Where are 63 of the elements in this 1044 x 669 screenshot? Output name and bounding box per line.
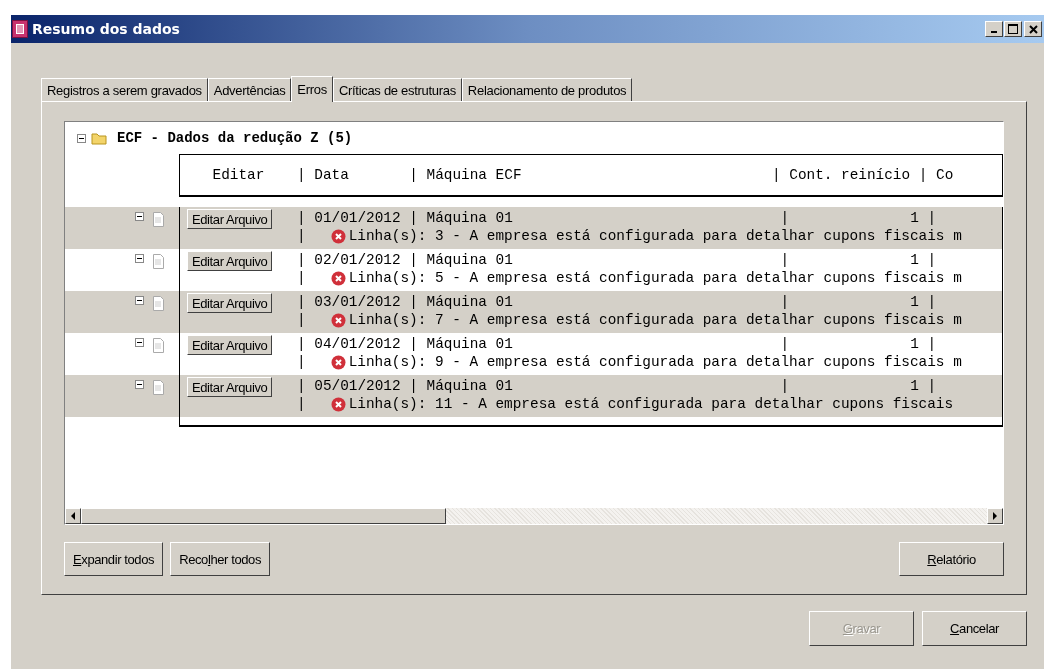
separator-text: | [297,228,306,244]
collapse-toggle[interactable] [135,338,144,347]
document-icon [152,254,165,270]
document-icon [152,212,165,228]
tab[interactable]: Registros a serem gravados [41,78,208,101]
left-arrow-icon [70,512,76,520]
separator-text: | [297,270,306,286]
close-icon [1028,24,1038,34]
tab[interactable]: Relacionamento de produtos [461,78,633,101]
folder-icon [91,131,107,145]
action-button[interactable]: Expandir todos [64,542,164,576]
document-icon [152,296,165,312]
minimize-button[interactable] [985,21,1003,37]
record-line: | 01/01/2012 | Máquina 01 | 1 | [297,210,938,226]
record-line: | 02/01/2012 | Máquina 01 | 1 | [297,252,938,268]
tab[interactable]: Erros [291,76,333,102]
collapse-toggle[interactable] [77,133,86,143]
error-message: Linha(s): 5 - A empresa está configurada para detalhar cupons fiscais m [348,270,962,286]
record-line: | 04/01/2012 | Máquina 01 | 1 | [297,336,938,352]
tab[interactable]: Críticas de estruturas [332,78,462,101]
column-headers: | Data | Máquina ECF | Cont. reinício | Co [297,167,954,183]
maximize-button[interactable] [1004,21,1022,37]
separator-text: | [297,312,306,328]
tree-row[interactable]: Editar Arquivo | 03/01/2012 | Máquina 01 | 1 | | Linha(s): 7 - A empresa está configurada para detalhar cupons fiscais m [65,291,1003,333]
error-icon [330,228,346,244]
error-icon [330,270,346,286]
edit-file-button[interactable]: Editar Arquivo [187,293,273,313]
edit-file-button[interactable]: Editar Arquivo [187,251,273,271]
document-icon [152,380,165,396]
right-arrow-icon [992,512,998,520]
tree-node-label[interactable]: ECF - Dados da redução Z (5) [117,130,353,146]
collapse-toggle[interactable] [135,380,144,389]
tree-row[interactable]: Editar Arquivo | 01/01/2012 | Máquina 01 | 1 | | Linha(s): 3 - A empresa está configurada para detalhar cupons fiscais m [65,207,1003,249]
edit-file-button[interactable]: Editar Arquivo [187,209,273,229]
separator-text: | [297,396,306,412]
horizontal-scrollbar[interactable] [65,508,1003,524]
collapse-toggle[interactable] [135,296,144,305]
scrollbar-thumb[interactable] [81,508,446,524]
close-button[interactable] [1024,21,1042,37]
report-button[interactable]: Relatório [899,542,1004,576]
error-message: Linha(s): 11 - A empresa está configurada para detalhar cupons fiscais [348,396,954,412]
error-message: Linha(s): 3 - A empresa está configurada para detalhar cupons fiscais m [348,228,962,244]
collapse-toggle[interactable] [135,212,144,221]
record-line: | 05/01/2012 | Máquina 01 | 1 | [297,378,938,394]
error-message: Linha(s): 9 - A empresa está configurada para detalhar cupons fiscais m [348,354,962,370]
dialog-button: Gravar [809,611,914,646]
window-title: Resumo dos dados [32,21,180,37]
tree-row[interactable]: Editar Arquivo | 05/01/2012 | Máquina 01 | 1 | | Linha(s): 11 - A empresa está configurada para detalhar cupons fiscais [65,375,1003,427]
error-icon [330,396,346,412]
error-icon [330,354,346,370]
record-line: | 03/01/2012 | Máquina 01 | 1 | [297,294,938,310]
document-icon [152,338,165,354]
edit-file-button[interactable]: Editar Arquivo [187,335,273,355]
error-icon [330,312,346,328]
column-header: Editar [211,167,266,183]
error-message: Linha(s): 7 - A empresa está configurada para detalhar cupons fiscais m [348,312,962,328]
maximize-icon [1008,24,1018,34]
separator-text: | [297,354,306,370]
collapse-toggle[interactable] [135,254,144,263]
dialog-button[interactable]: Cancelar [922,611,1027,646]
action-button[interactable]: Recolher todos [170,542,270,576]
tab[interactable]: Advertências [207,78,292,101]
edit-file-button[interactable]: Editar Arquivo [187,377,273,397]
